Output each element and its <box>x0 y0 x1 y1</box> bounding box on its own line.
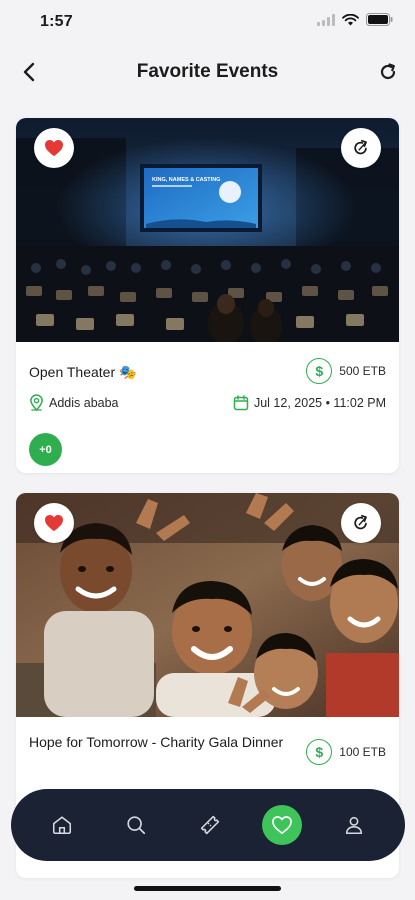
calendar-icon <box>233 394 249 410</box>
nav-tickets[interactable] <box>188 803 232 847</box>
share-button[interactable] <box>341 128 381 168</box>
event-title: Hope for Tomorrow - Charity Gala Dinner <box>29 734 284 750</box>
share-button[interactable] <box>341 503 381 543</box>
refresh-icon <box>380 63 396 80</box>
nav-home[interactable] <box>40 803 84 847</box>
location-pin-icon <box>30 394 43 411</box>
heart-icon <box>272 816 292 834</box>
home-indicator <box>134 886 281 891</box>
dollar-icon: $ <box>306 739 333 765</box>
chevron-left-icon <box>23 62 35 82</box>
status-icons <box>317 13 393 31</box>
location-text: Addis ababa <box>49 395 119 410</box>
dollar-icon: $ <box>306 358 333 384</box>
home-icon <box>52 816 72 835</box>
nav-profile[interactable] <box>332 803 376 847</box>
status-time: 1:57 <box>40 13 73 30</box>
back-button[interactable] <box>16 58 42 86</box>
event-meta: Addis ababa Jul 12, 2025 • 11:02 PM <box>29 394 386 411</box>
event-price: $ 100 ETB <box>306 739 386 765</box>
event-price: $ 500 ETB <box>306 358 386 384</box>
attendee-count[interactable]: +0 <box>29 433 62 466</box>
event-title: Open Theater 🎭 <box>29 364 137 380</box>
search-icon <box>127 816 146 835</box>
bottom-nav <box>11 789 405 861</box>
header: Favorite Events <box>0 44 415 100</box>
event-datetime: Jul 12, 2025 • 11:02 PM <box>233 394 386 411</box>
cellular-icon <box>317 13 335 31</box>
heart-filled-icon <box>45 514 63 532</box>
event-card[interactable]: KING, NAMES & CASTING Open Theater 🎭 $ 5… <box>16 118 399 473</box>
battery-icon <box>366 13 393 31</box>
ticket-icon <box>200 815 220 835</box>
favorite-button[interactable] <box>34 128 74 168</box>
price-label: 100 ETB <box>339 745 386 759</box>
price-label: 500 ETB <box>339 364 386 378</box>
share-icon <box>354 139 367 155</box>
profile-icon <box>345 816 363 835</box>
nav-search[interactable] <box>114 803 158 847</box>
favorite-button[interactable] <box>34 503 74 543</box>
refresh-button[interactable] <box>375 58 401 86</box>
heart-filled-icon <box>45 139 63 157</box>
event-location: Addis ababa <box>29 394 119 411</box>
screen-text: KING, NAMES & CASTING <box>152 177 220 183</box>
datetime-text: Jul 12, 2025 • 11:02 PM <box>253 395 386 410</box>
wifi-icon <box>342 13 359 31</box>
nav-favorites[interactable] <box>262 805 302 845</box>
favorites-list[interactable]: KING, NAMES & CASTING Open Theater 🎭 $ 5… <box>0 100 415 900</box>
share-icon <box>354 514 367 530</box>
page-title: Favorite Events <box>136 61 279 82</box>
status-bar: 1:57 <box>0 0 415 44</box>
